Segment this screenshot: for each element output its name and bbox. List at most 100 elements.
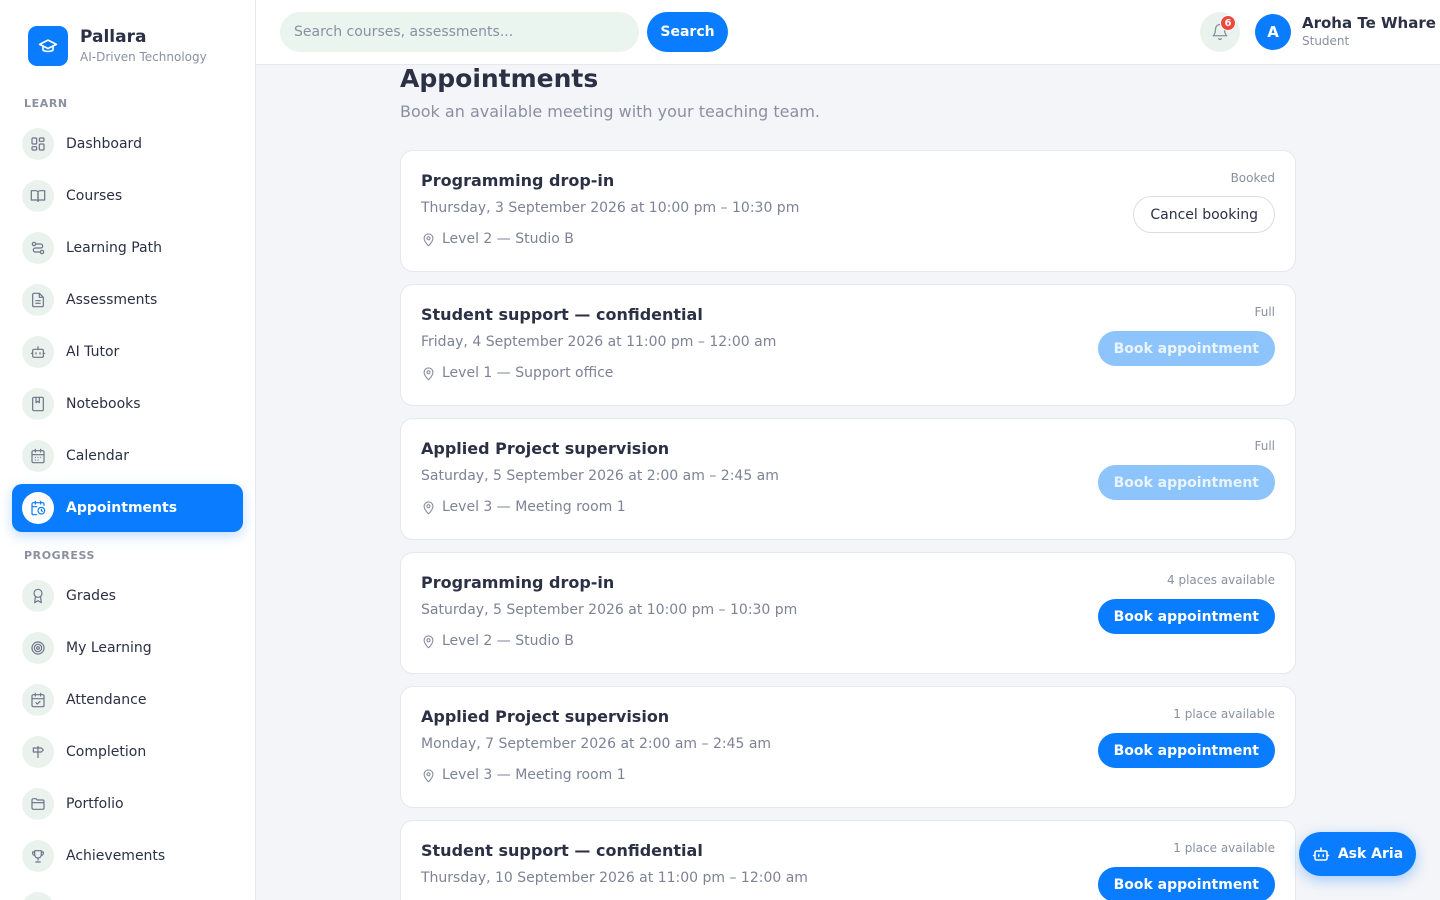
sidebar-item-notebooks[interactable]: Notebooks — [12, 380, 243, 428]
more-icon — [22, 892, 54, 900]
sidebar-item-label: AI Tutor — [66, 344, 120, 360]
appointment-title: Student support — confidential — [421, 305, 703, 324]
search-button[interactable]: Search — [647, 12, 728, 52]
appointment-card: Applied Project supervision Saturday, 5 S… — [400, 418, 1296, 540]
map-pin-icon — [421, 768, 436, 783]
signpost-icon — [22, 736, 54, 768]
book-appointment-button[interactable]: Book appointment — [1097, 867, 1275, 900]
topbar: Search 6 A Aroha Te Whare Student — [256, 0, 1440, 65]
appointment-location: Level 2 — Studio B — [421, 633, 574, 649]
sidebar-item-attendance[interactable]: Attendance — [12, 676, 243, 724]
sidebar-item-more[interactable] — [12, 884, 243, 900]
appointment-location: Level 1 — Support office — [421, 365, 613, 381]
notifications-button[interactable]: 6 — [1200, 12, 1240, 52]
book-appointment-button[interactable]: Book appointment — [1097, 599, 1275, 634]
document-icon — [22, 284, 54, 316]
appointment-location-text: Level 2 — Studio B — [442, 633, 574, 649]
appointment-location: Level 3 — Meeting room 1 — [421, 767, 626, 783]
section-label-learn: LEARN — [24, 97, 68, 110]
sidebar-item-grades[interactable]: Grades — [12, 572, 243, 620]
appointment-card: Applied Project supervision Monday, 7 Sep… — [400, 686, 1296, 808]
map-pin-icon — [421, 500, 436, 515]
calendar-check-icon — [22, 684, 54, 716]
graduation-cap-icon — [28, 26, 68, 66]
appointment-time: Thursday, 10 September 2026 at 11:00 pm … — [421, 870, 808, 886]
sidebar-item-learning-path[interactable]: Learning Path — [12, 224, 243, 272]
sidebar-item-label: Attendance — [66, 692, 147, 708]
sidebar-item-label: Achievements — [66, 848, 166, 864]
robot-icon — [1312, 845, 1330, 863]
sidebar-item-portfolio[interactable]: Portfolio — [12, 780, 243, 828]
calendar-clock-icon — [22, 492, 54, 524]
sidebar-item-dashboard[interactable]: Dashboard — [12, 120, 243, 168]
notification-badge: 6 — [1220, 15, 1236, 31]
sidebar-item-my-learning[interactable]: My Learning — [12, 624, 243, 672]
map-pin-icon — [421, 634, 436, 649]
sidebar-item-label: My Learning — [66, 640, 152, 656]
appointment-time: Friday, 4 September 2026 at 11:00 pm – 1… — [421, 334, 777, 350]
sidebar-item-label: Portfolio — [66, 796, 124, 812]
appointment-title: Student support — confidential — [421, 841, 703, 860]
sidebar-item-label: Completion — [66, 744, 147, 760]
user-role: Student — [1302, 34, 1350, 48]
appointment-time: Saturday, 5 September 2026 at 2:00 am – … — [421, 468, 779, 484]
sidebar-item-completion[interactable]: Completion — [12, 728, 243, 776]
appointment-title: Applied Project supervision — [421, 707, 670, 726]
cancel-booking-button[interactable]: Cancel booking — [1133, 196, 1275, 233]
brand[interactable]: Pallara AI-Driven Technology — [28, 26, 207, 66]
sidebar-item-label: Notebooks — [66, 396, 141, 412]
sidebar-item-ai-tutor[interactable]: AI Tutor — [12, 328, 243, 376]
section-label-progress: PROGRESS — [24, 549, 96, 562]
appointment-location-text: Level 3 — Meeting room 1 — [442, 499, 626, 515]
calendar-icon — [22, 440, 54, 472]
appointment-status: Booked — [1230, 171, 1275, 185]
sidebar-item-achievements[interactable]: Achievements — [12, 832, 243, 880]
sidebar-item-label: Courses — [66, 188, 123, 204]
page-title: Appointments — [400, 64, 599, 93]
map-pin-icon — [421, 232, 436, 247]
folder-icon — [22, 788, 54, 820]
appointment-time: Thursday, 3 September 2026 at 10:00 pm –… — [421, 200, 800, 216]
appointment-location: Level 3 — Meeting room 1 — [421, 499, 626, 515]
sidebar-item-assessments[interactable]: Assessments — [12, 276, 243, 324]
sidebar-item-label: Grades — [66, 588, 116, 604]
appointment-status: 4 places available — [1167, 573, 1275, 587]
appointment-title: Programming drop-in — [421, 171, 615, 190]
appointment-card: Student support — confidential Thursday, … — [400, 820, 1296, 900]
sidebar-item-appointments[interactable]: Appointments — [12, 484, 243, 532]
appointment-card: Programming drop-in Thursday, 3 September… — [400, 150, 1296, 272]
book-appointment-button: Book appointment — [1097, 465, 1275, 500]
ask-aria-label: Ask Aria — [1337, 846, 1404, 862]
appointment-title: Programming drop-in — [421, 573, 615, 592]
appointment-title: Applied Project supervision — [421, 439, 670, 458]
sidebar-item-label: Calendar — [66, 448, 129, 464]
sidebar-item-courses[interactable]: Courses — [12, 172, 243, 220]
trophy-icon — [22, 840, 54, 872]
sidebar: Pallara AI-Driven Technology LEARN Dashb… — [0, 0, 256, 900]
appointment-status: Full — [1254, 305, 1275, 319]
robot-icon — [22, 336, 54, 368]
brand-name: Pallara — [80, 27, 147, 47]
sidebar-item-label: Assessments — [66, 292, 158, 308]
ask-aria-button[interactable]: Ask Aria — [1299, 832, 1416, 876]
sidebar-item-calendar[interactable]: Calendar — [12, 432, 243, 480]
target-icon — [22, 632, 54, 664]
appointment-status: Full — [1254, 439, 1275, 453]
appointment-status: 1 place available — [1173, 707, 1275, 721]
notebook-icon — [22, 388, 54, 420]
appointment-location: Level 2 — Studio B — [421, 231, 574, 247]
user-name: Aroha Te Whare — [1302, 14, 1436, 32]
appointment-card: Programming drop-in Saturday, 5 September… — [400, 552, 1296, 674]
search-input[interactable] — [280, 12, 639, 52]
appointment-status: 1 place available — [1173, 841, 1275, 855]
avatar[interactable]: A — [1255, 14, 1291, 50]
appointment-card: Student support — confidential Friday, 4 … — [400, 284, 1296, 406]
book-appointment-button[interactable]: Book appointment — [1097, 733, 1275, 768]
dashboard-icon — [22, 128, 54, 160]
appointment-location-text: Level 2 — Studio B — [442, 231, 574, 247]
appointment-location-text: Level 3 — Meeting room 1 — [442, 767, 626, 783]
appointment-time: Monday, 7 September 2026 at 2:00 am – 2:… — [421, 736, 772, 752]
appointment-location-text: Level 1 — Support office — [442, 365, 614, 381]
sidebar-item-label: Learning Path — [66, 240, 162, 256]
brand-tagline: AI-Driven Technology — [80, 50, 207, 64]
